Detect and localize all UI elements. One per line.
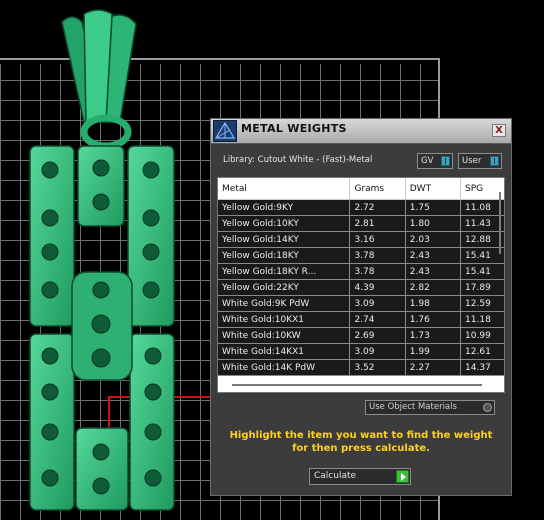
dwt-cell: 2.03 <box>405 231 462 248</box>
app-icon <box>213 120 237 142</box>
calculate-button[interactable]: Calculate <box>309 468 411 485</box>
metal-weights-table[interactable]: Metal Grams DWT SPG Yellow Gold:9KY 2.72… <box>217 177 505 393</box>
radio-icon <box>483 403 492 412</box>
use-object-materials-label: Use Object Materials <box>369 402 457 412</box>
metal-cell: White Gold:10KW <box>218 327 351 344</box>
spg-cell: 12.59 <box>460 295 504 312</box>
gv-label: GV <box>421 156 434 166</box>
toggle-switch-icon <box>490 156 499 166</box>
table-header-row: Metal Grams DWT SPG <box>218 178 504 200</box>
instructions-text: Highlight the item you want to find the … <box>229 430 493 454</box>
dwt-cell: 2.27 <box>405 359 462 376</box>
table-row[interactable]: White Gold:14K PdW 3.52 2.27 14.37 <box>218 359 504 376</box>
spg-cell: 17.89 <box>460 279 504 296</box>
grams-cell: 3.78 <box>349 263 406 280</box>
grams-cell: 2.72 <box>349 199 406 216</box>
grams-cell: 2.69 <box>349 327 406 344</box>
metal-cell: Yellow Gold:9KY <box>218 199 351 216</box>
column-header-grams[interactable]: Grams <box>349 178 406 200</box>
dwt-cell: 1.76 <box>405 311 462 328</box>
table-row[interactable]: Yellow Gold:18KY 3.78 2.43 15.41 <box>218 247 504 264</box>
table-row[interactable]: White Gold:9K PdW 3.09 1.98 12.59 <box>218 295 504 312</box>
table-row[interactable]: White Gold:14KX1 3.09 1.99 12.61 <box>218 343 504 360</box>
pendant-bail <box>61 9 137 150</box>
user-label: User <box>462 156 482 166</box>
spg-cell: 14.37 <box>460 359 504 376</box>
vertical-scrollbar[interactable] <box>499 192 501 254</box>
dwt-cell: 2.82 <box>405 279 462 296</box>
play-arrow-icon <box>396 470 409 483</box>
table-row[interactable]: Yellow Gold:18KY R... 3.78 2.43 15.41 <box>218 263 504 280</box>
dwt-cell: 1.98 <box>405 295 462 312</box>
dwt-cell: 1.75 <box>405 199 462 216</box>
horizontal-scrollbar[interactable] <box>232 384 482 386</box>
metal-cell: White Gold:14K PdW <box>218 359 351 376</box>
table-row[interactable]: Yellow Gold:22KY 4.39 2.82 17.89 <box>218 279 504 296</box>
dwt-cell: 1.73 <box>405 327 462 344</box>
table-row[interactable]: Yellow Gold:10KY 2.81 1.80 11.43 <box>218 215 504 232</box>
grams-cell: 3.52 <box>349 359 406 376</box>
table-row[interactable]: White Gold:10KW 2.69 1.73 10.99 <box>218 327 504 344</box>
dialog-title: METAL WEIGHTS <box>241 122 347 135</box>
column-header-dwt[interactable]: DWT <box>405 178 462 200</box>
table-row[interactable]: White Gold:10KX1 2.74 1.76 11.18 <box>218 311 504 328</box>
grams-cell: 3.16 <box>349 231 406 248</box>
metal-cell: White Gold:9K PdW <box>218 295 351 312</box>
metal-cell: Yellow Gold:18KY R... <box>218 263 351 280</box>
spg-cell: 15.41 <box>460 263 504 280</box>
metal-cell: Yellow Gold:14KY <box>218 231 351 248</box>
grams-cell: 3.09 <box>349 343 406 360</box>
use-object-materials-option[interactable]: Use Object Materials <box>365 400 495 415</box>
column-header-metal[interactable]: Metal <box>218 178 351 200</box>
spg-cell: 10.99 <box>460 327 504 344</box>
dwt-cell: 2.43 <box>405 247 462 264</box>
spg-cell: 12.61 <box>460 343 504 360</box>
grams-cell: 2.81 <box>349 215 406 232</box>
grams-cell: 3.09 <box>349 295 406 312</box>
grams-cell: 2.74 <box>349 311 406 328</box>
toggle-switch-icon <box>441 156 450 166</box>
dwt-cell: 1.99 <box>405 343 462 360</box>
close-button[interactable]: X <box>492 124 506 137</box>
library-label: Library: Cutout White - (Fast)-Metal <box>223 155 373 165</box>
metal-cell: White Gold:10KX1 <box>218 311 351 328</box>
metal-cell: Yellow Gold:18KY <box>218 247 351 264</box>
table-row[interactable]: Yellow Gold:9KY 2.72 1.75 11.08 <box>218 199 504 216</box>
user-toggle[interactable]: User <box>458 153 502 169</box>
calculate-label: Calculate <box>314 471 357 481</box>
metal-cell: Yellow Gold:22KY <box>218 279 351 296</box>
gv-toggle[interactable]: GV <box>417 153 453 169</box>
metal-cell: White Gold:14KX1 <box>218 343 351 360</box>
dwt-cell: 1.80 <box>405 215 462 232</box>
grams-cell: 3.78 <box>349 247 406 264</box>
metal-cell: Yellow Gold:10KY <box>218 215 351 232</box>
metal-weights-dialog: METAL WEIGHTS X Library: Cutout White - … <box>210 118 512 496</box>
table-row[interactable]: Yellow Gold:14KY 3.16 2.03 12.88 <box>218 231 504 248</box>
dwt-cell: 2.43 <box>405 263 462 280</box>
grams-cell: 4.39 <box>349 279 406 296</box>
spg-cell: 11.18 <box>460 311 504 328</box>
dialog-titlebar[interactable]: METAL WEIGHTS X <box>211 119 511 144</box>
